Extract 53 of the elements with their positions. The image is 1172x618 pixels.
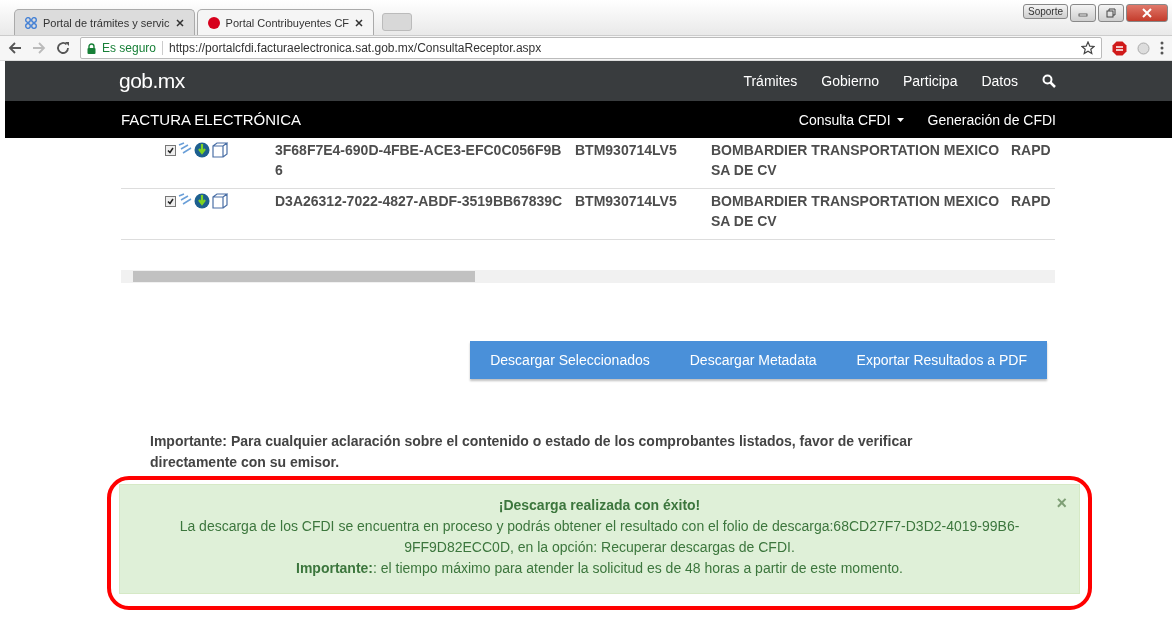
star-icon[interactable] (1081, 41, 1095, 55)
stop-sign-icon[interactable] (1112, 40, 1127, 56)
section-title: FACTURA ELECTRÓNICA (121, 111, 303, 128)
nav-link[interactable]: Trámites (743, 73, 798, 89)
restore-icon (1106, 8, 1116, 18)
reload-icon[interactable] (56, 41, 70, 55)
support-button[interactable]: Soporte (1022, 4, 1068, 19)
address-field[interactable]: Es seguro https://portalcfdi.facturaelectronica.sat.gob.mx/ConsultaReceptor.aspx (80, 37, 1102, 59)
nav-link[interactable]: Participa (902, 73, 958, 89)
alert-message: La descarga de los CFDI se encuentra en proceso y podrás obtener el resultado con el folio de descarga:68CD27F7-D3D2-4019-99B6-9FF9D82ECC0D, en la opción: Recuperar descargas de CFDI. (178, 517, 1021, 557)
menu-icon[interactable] (1160, 41, 1164, 55)
folio-cell-text: 3F68F7E4-690D-4FBE-ACE3-EFC0C056F9B6 (275, 141, 563, 180)
lock-icon (87, 42, 96, 54)
name-cell-text: BOMBARDIER TRANSPORTATION MEXICO SA DE CV (711, 141, 1001, 180)
nav-link[interactable]: Gobierno (821, 73, 879, 89)
row-checkbox[interactable] (165, 196, 176, 207)
restore-button[interactable] (1098, 4, 1124, 22)
alert-title: ¡Descarga realizada con éxito! (497, 496, 702, 515)
site-favicon-icon (207, 16, 220, 29)
apps-icon (25, 16, 37, 29)
back-arrow-icon[interactable] (8, 41, 22, 55)
nav-link[interactable]: Datos (981, 73, 1018, 89)
browser-tab[interactable]: Portal Contribuyentes CF (196, 9, 375, 35)
close-icon[interactable] (175, 18, 184, 27)
security-label: Es seguro (102, 41, 157, 55)
menu-link[interactable]: Consulta CFDI (798, 111, 904, 128)
check-icon (167, 198, 174, 205)
browser-tab[interactable]: Portal de trámites y servic (14, 9, 195, 35)
url-text: https://portalcfdi.facturaelectronica.sat.gob.mx/ConsultaReceptor.aspx (169, 41, 543, 55)
check-icon (167, 147, 174, 154)
row-checkbox[interactable] (165, 145, 176, 156)
notice-text: Importante: Para cualquier aclaración sobre el contenido o estado de los comprobantes listados, favor de verificar directamente con su emisor. (150, 432, 914, 472)
horizontal-scrollbar[interactable] (121, 270, 1055, 283)
name-cell-text: BOMBARDIER TRANSPORTATION MEXICO SA DE CV (711, 192, 1001, 231)
close-icon (1142, 8, 1152, 18)
close-icon[interactable] (355, 18, 364, 27)
menu-link[interactable]: Generación de CFDI (927, 111, 1056, 128)
table-cell-text: RAPD (1011, 141, 1052, 160)
site-logo[interactable]: gob.mx (119, 69, 720, 93)
folio-cell-text: D3A26312-7022-4827-ABDF-3519BB67839C (275, 192, 564, 211)
minimize-button[interactable] (1070, 4, 1096, 22)
rfc-cell-text: BTM930714LV5 (575, 192, 678, 211)
globe-download-icon[interactable] (194, 142, 210, 158)
table-cell-text: RAPD (1011, 192, 1052, 211)
globe-download-icon[interactable] (194, 193, 210, 209)
search-icon[interactable] (1042, 74, 1056, 88)
tab-title: Portal de trámites y servic (43, 16, 170, 29)
alert-note: Importante:: el tiempo máximo para atender la solicitud es de 48 horas a partir de este momento. (295, 559, 904, 578)
cube-icon[interactable] (212, 193, 228, 209)
tab-title: Portal Contribuyentes CF (225, 16, 350, 29)
close-button[interactable] (1126, 4, 1168, 22)
cube-icon[interactable] (212, 142, 228, 158)
rfc-cell-text: BTM930714LV5 (575, 141, 678, 160)
